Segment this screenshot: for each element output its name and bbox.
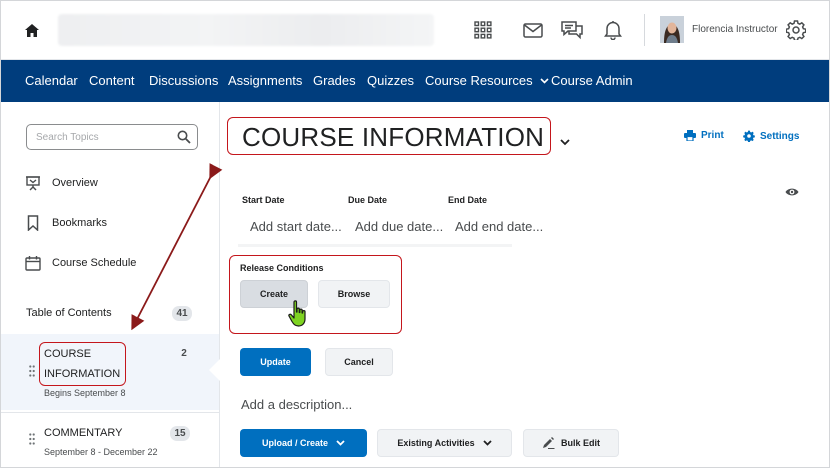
table-of-contents-label[interactable]: Table of Contents xyxy=(26,307,112,319)
chat-icon[interactable] xyxy=(560,18,584,42)
toc-count-badge: 41 xyxy=(172,306,192,321)
printer-icon xyxy=(684,130,696,141)
bulk-edit-label: Bulk Edit xyxy=(560,438,600,448)
bulk-edit-button[interactable]: Bulk Edit xyxy=(523,429,619,457)
bookmark-icon xyxy=(24,214,42,232)
sidebar-course-schedule[interactable]: Course Schedule xyxy=(24,253,136,273)
toc-unit-course-information[interactable]: COURSE INFORMATION Begins September 8 2 xyxy=(0,334,219,410)
mail-icon[interactable] xyxy=(521,18,545,42)
calendar-icon xyxy=(24,254,42,272)
drag-handle-icon[interactable] xyxy=(29,365,35,377)
due-date-input[interactable]: Add due date... xyxy=(355,219,443,234)
chevron-down-icon xyxy=(336,440,345,446)
toc-unit-subtitle: September 8 - December 22 xyxy=(44,447,158,457)
sidebar-course-schedule-label: Course Schedule xyxy=(52,257,137,269)
nav-course-admin[interactable]: Course Admin xyxy=(551,73,633,88)
sidebar-bookmarks-label: Bookmarks xyxy=(52,217,108,229)
toc-unit-subtitle: Begins September 8 xyxy=(44,388,126,398)
nav-course-resources[interactable]: Course Resources xyxy=(425,73,549,88)
existing-activities-label: Existing Activities xyxy=(397,438,475,448)
toc-unit-count: 2 xyxy=(181,348,187,359)
chevron-down-icon xyxy=(482,440,492,446)
header-separator xyxy=(644,14,645,46)
content-sidebar: Overview Bookmarks Course Schedule Table… xyxy=(0,102,220,468)
end-date-label: End Date xyxy=(448,195,488,205)
upload-create-label: Upload / Create xyxy=(261,438,328,448)
nav-calendar[interactable]: Calendar xyxy=(25,73,78,88)
date-divider xyxy=(238,244,512,247)
home-icon[interactable] xyxy=(22,20,42,40)
chevron-down-icon[interactable] xyxy=(558,135,572,149)
existing-activities-button[interactable]: Existing Activities xyxy=(377,429,512,457)
start-date-label: Start Date xyxy=(242,195,285,205)
toc-unit-title-line1: COURSE xyxy=(44,348,92,360)
selection-pointer xyxy=(209,358,221,382)
toc-unit-count: 15 xyxy=(170,426,190,441)
page-title[interactable]: COURSE INFORMATION xyxy=(242,122,544,153)
print-label: Print xyxy=(701,130,724,141)
chevron-down-icon xyxy=(540,78,549,84)
due-date-label: Due Date xyxy=(348,195,388,205)
nav-grades[interactable]: Grades xyxy=(313,73,356,88)
create-condition-button[interactable]: Create xyxy=(240,280,308,308)
cancel-button[interactable]: Cancel xyxy=(325,348,393,376)
nav-discussions[interactable]: Discussions xyxy=(149,73,218,88)
top-header: Florencia Instructor xyxy=(0,0,830,60)
bulk-edit-icon xyxy=(542,437,555,449)
gear-icon[interactable] xyxy=(784,18,808,42)
course-navbar: Calendar Content Discussions Assignments… xyxy=(0,60,830,102)
start-date-input[interactable]: Add start date... xyxy=(250,219,342,234)
settings-button[interactable]: Settings xyxy=(743,130,799,142)
presentation-icon xyxy=(24,174,42,192)
avatar[interactable] xyxy=(660,16,684,43)
toc-unit-commentary[interactable]: COMMENTARY September 8 - December 22 15 xyxy=(0,412,219,468)
search-topics-box xyxy=(26,124,198,150)
drag-handle-icon[interactable] xyxy=(29,433,35,445)
sidebar-bookmarks[interactable]: Bookmarks xyxy=(24,213,107,233)
toc-unit-title: COMMENTARY xyxy=(44,427,123,439)
settings-label: Settings xyxy=(760,130,800,142)
gear-icon xyxy=(743,130,755,142)
update-button[interactable]: Update xyxy=(240,348,311,376)
user-name[interactable]: Florencia Instructor xyxy=(692,24,778,35)
eye-icon[interactable] xyxy=(785,186,799,198)
print-button[interactable]: Print xyxy=(684,130,724,141)
sidebar-overview-label: Overview xyxy=(52,177,98,189)
nav-content[interactable]: Content xyxy=(89,73,135,88)
nav-assignments[interactable]: Assignments xyxy=(228,73,302,88)
toc-unit-title-line2: INFORMATION xyxy=(44,368,121,380)
release-conditions-label: Release Conditions xyxy=(240,263,324,273)
search-topics-input[interactable] xyxy=(27,125,167,149)
browse-conditions-button[interactable]: Browse xyxy=(318,280,390,308)
org-name-blurred xyxy=(58,14,434,46)
search-icon[interactable] xyxy=(177,130,191,144)
bell-icon[interactable] xyxy=(601,18,625,42)
upload-create-button[interactable]: Upload / Create xyxy=(240,429,367,457)
nav-quizzes[interactable]: Quizzes xyxy=(367,73,414,88)
end-date-input[interactable]: Add end date... xyxy=(455,219,543,234)
waffle-icon[interactable] xyxy=(471,18,495,42)
sidebar-overview[interactable]: Overview xyxy=(24,173,98,193)
description-input[interactable]: Add a description... xyxy=(241,397,352,412)
